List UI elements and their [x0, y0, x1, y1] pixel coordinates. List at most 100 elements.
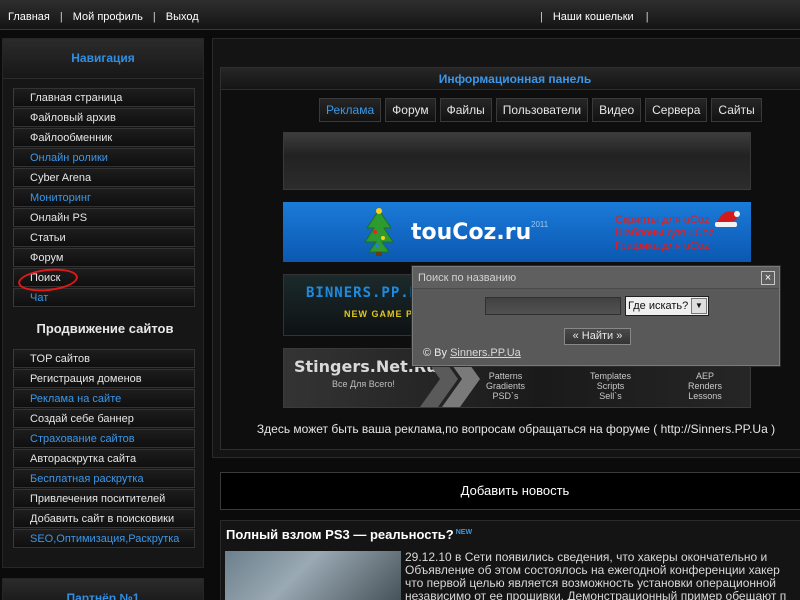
- sidebar-item-label: Статьи: [30, 232, 66, 244]
- info-tab[interactable]: Пользователи: [495, 98, 589, 122]
- ad-notice: Здесь может быть ваша реклама,по вопроса…: [256, 422, 776, 436]
- promo-item-label: Регистрация доменов: [30, 373, 142, 385]
- sidebar-nav-list: Главная страница Файловый архив Файлообмен…: [13, 88, 195, 308]
- top-link-logout[interactable]: Выход: [166, 11, 199, 23]
- sidebar-item[interactable]: Статьи: [13, 228, 195, 247]
- top-link-profile[interactable]: Мой профиль: [73, 11, 143, 23]
- promo-item-label: SEO,Оптимизация,Раскрутка: [30, 533, 180, 545]
- sidebar-item[interactable]: Файловый архив: [13, 108, 195, 127]
- sidebar-item[interactable]: Форум: [13, 248, 195, 267]
- stingers-item: Sell`s: [599, 391, 622, 401]
- sidebar: Навигация Главная страница Файловый архив…: [2, 38, 204, 568]
- sidebar-item[interactable]: Файлообменник: [13, 128, 195, 147]
- stingers-item: Scripts: [596, 381, 625, 391]
- search-location-select[interactable]: Где искать? ▼: [625, 296, 709, 316]
- news-title-text[interactable]: Полный взлом PS3 — реальность?: [226, 527, 454, 542]
- sidebar-item[interactable]: Поиск: [13, 265, 195, 295]
- sinners-banner-sub: NEW GAME PO: [344, 309, 422, 319]
- stingers-item: PSD`s: [492, 391, 519, 401]
- sinners-banner-title: BINNERS.PP.R: [306, 285, 420, 301]
- promo-item-label: Бесплатная раскрутка: [30, 473, 144, 485]
- search-popup: Поиск по названию × Где искать? ▼ « Найт…: [412, 266, 780, 366]
- promo-item[interactable]: Реклама на сайте: [13, 389, 195, 408]
- sidebar-item-label: Cyber Arena: [30, 172, 92, 184]
- promo-item-label: Создай себе баннер: [30, 413, 134, 425]
- info-tab[interactable]: Файлы: [439, 98, 492, 122]
- credit-prefix: © By: [423, 347, 451, 359]
- top-link-wallets[interactable]: Наши кошельки: [553, 11, 634, 23]
- sidebar-title: Навигация: [3, 39, 203, 79]
- popup-title: Поиск по названию: [413, 267, 779, 289]
- toucoz-lines: Скрипты для uCoz Шаблоны для uCoz График…: [615, 214, 714, 253]
- stingers-item: Patterns: [488, 371, 523, 381]
- info-panel-title: Информационная панель: [221, 68, 800, 90]
- top-nav-right: | Наши кошельки |: [540, 11, 649, 23]
- popup-credit: © By Sinners.PP.Ua: [423, 347, 521, 359]
- santa-hat-icon: [715, 211, 740, 227]
- promo-item[interactable]: SEO,Оптимизация,Раскрутка: [13, 529, 195, 548]
- promo-item[interactable]: Автораскрутка сайта: [13, 449, 195, 468]
- sidebar-item[interactable]: Cyber Arena: [13, 168, 195, 187]
- sidebar-item-label: Онлайн PS: [30, 212, 88, 224]
- sidebar-item-label: Мониторинг: [30, 192, 92, 204]
- add-news-button[interactable]: Добавить новость: [220, 472, 800, 510]
- partner-block-title: Партнёр №1: [2, 578, 204, 600]
- top-separator: |: [540, 11, 543, 23]
- promo-item-label: Привлечения поситителей: [30, 493, 166, 505]
- find-button[interactable]: « Найти »: [564, 328, 631, 345]
- info-tab[interactable]: Сервера: [645, 98, 708, 122]
- promo-item[interactable]: Бесплатная раскрутка: [13, 469, 195, 488]
- info-tabs: Реклама Форум Файлы Пользователи Видео Сервер…: [319, 98, 766, 122]
- ad-banner-toucoz[interactable]: touCoz.ru 2011 Скрипты для uCoz Шаблоны …: [283, 202, 751, 262]
- info-tab[interactable]: Реклама: [319, 98, 382, 122]
- top-link-home[interactable]: Главная: [8, 11, 50, 23]
- promo-list: TOP сайтов Регистрация доменов Реклама на …: [13, 349, 195, 549]
- info-panel: Информационная панель Реклама Форум Файлы П…: [220, 67, 800, 450]
- promo-item-label: Реклама на сайте: [30, 393, 122, 405]
- news-text: 29.12.10 в Сети появились сведения, что …: [405, 551, 800, 600]
- promo-item-label: Автораскрутка сайта: [30, 453, 137, 465]
- promo-item-label: TOP сайтов: [30, 353, 90, 365]
- top-separator: |: [152, 11, 156, 23]
- ad-banner-empty[interactable]: [283, 132, 751, 190]
- stingers-col-2: Templates Scripts Sell`s: [590, 371, 631, 401]
- sidebar-item-label: Главная страница: [30, 92, 123, 104]
- sidebar-item-label: Файлообменник: [30, 132, 113, 144]
- promo-item[interactable]: Страхование сайтов: [13, 429, 195, 448]
- promo-item[interactable]: TOP сайтов: [13, 349, 195, 368]
- promo-item[interactable]: Добавить сайт в поисковики: [13, 509, 195, 528]
- toucoz-line: Шаблоны для uCoz: [615, 227, 715, 239]
- news-thumbnail[interactable]: [225, 551, 401, 600]
- promo-title: Продвижение сайтов: [36, 321, 174, 336]
- toucoz-year: 2011: [531, 220, 549, 229]
- chevron-down-icon[interactable]: ▼: [691, 298, 707, 314]
- news-entry: Полный взлом PS3 — реальность? NEW 29.12.…: [220, 520, 800, 600]
- top-nav: Главная | Мой профиль | Выход: [8, 11, 199, 23]
- sidebar-item[interactable]: Главная страница: [13, 88, 195, 107]
- toucoz-name: touCoz.ru: [411, 220, 532, 245]
- stingers-item: Gradients: [486, 381, 526, 391]
- stingers-item: Templates: [590, 371, 632, 381]
- stingers-item: Lessons: [688, 391, 722, 401]
- info-tab[interactable]: Форум: [385, 98, 436, 122]
- info-tab[interactable]: Видео: [592, 98, 642, 122]
- close-icon[interactable]: ×: [761, 271, 775, 285]
- christmas-tree-icon: [364, 208, 394, 256]
- top-bar: Главная | Мой профиль | Выход | Наши кош…: [0, 0, 800, 30]
- sidebar-item-label: Онлайн ролики: [30, 152, 108, 164]
- top-separator: |: [645, 11, 649, 23]
- promo-item[interactable]: Регистрация доменов: [13, 369, 195, 388]
- sidebar-item[interactable]: Онлайн PS: [13, 208, 195, 227]
- promo-item-label: Добавить сайт в поисковики: [30, 513, 175, 525]
- credit-link[interactable]: Sinners.PP.Ua: [450, 347, 521, 359]
- info-tab[interactable]: Сайты: [711, 98, 762, 122]
- search-input[interactable]: [485, 297, 621, 315]
- sidebar-item[interactable]: Онлайн ролики: [13, 148, 195, 167]
- news-title[interactable]: Полный взлом PS3 — реальность? NEW: [226, 527, 472, 542]
- toucoz-line: Скрипты для uCoz: [615, 214, 710, 226]
- stingers-col-3: AEP Renders Lessons: [688, 371, 722, 401]
- promo-item[interactable]: Создай себе баннер: [13, 409, 195, 428]
- promo-item[interactable]: Привлечения поситителей: [13, 489, 195, 508]
- sidebar-item[interactable]: Мониторинг: [13, 188, 195, 207]
- sidebar-item-label: Форум: [30, 252, 64, 264]
